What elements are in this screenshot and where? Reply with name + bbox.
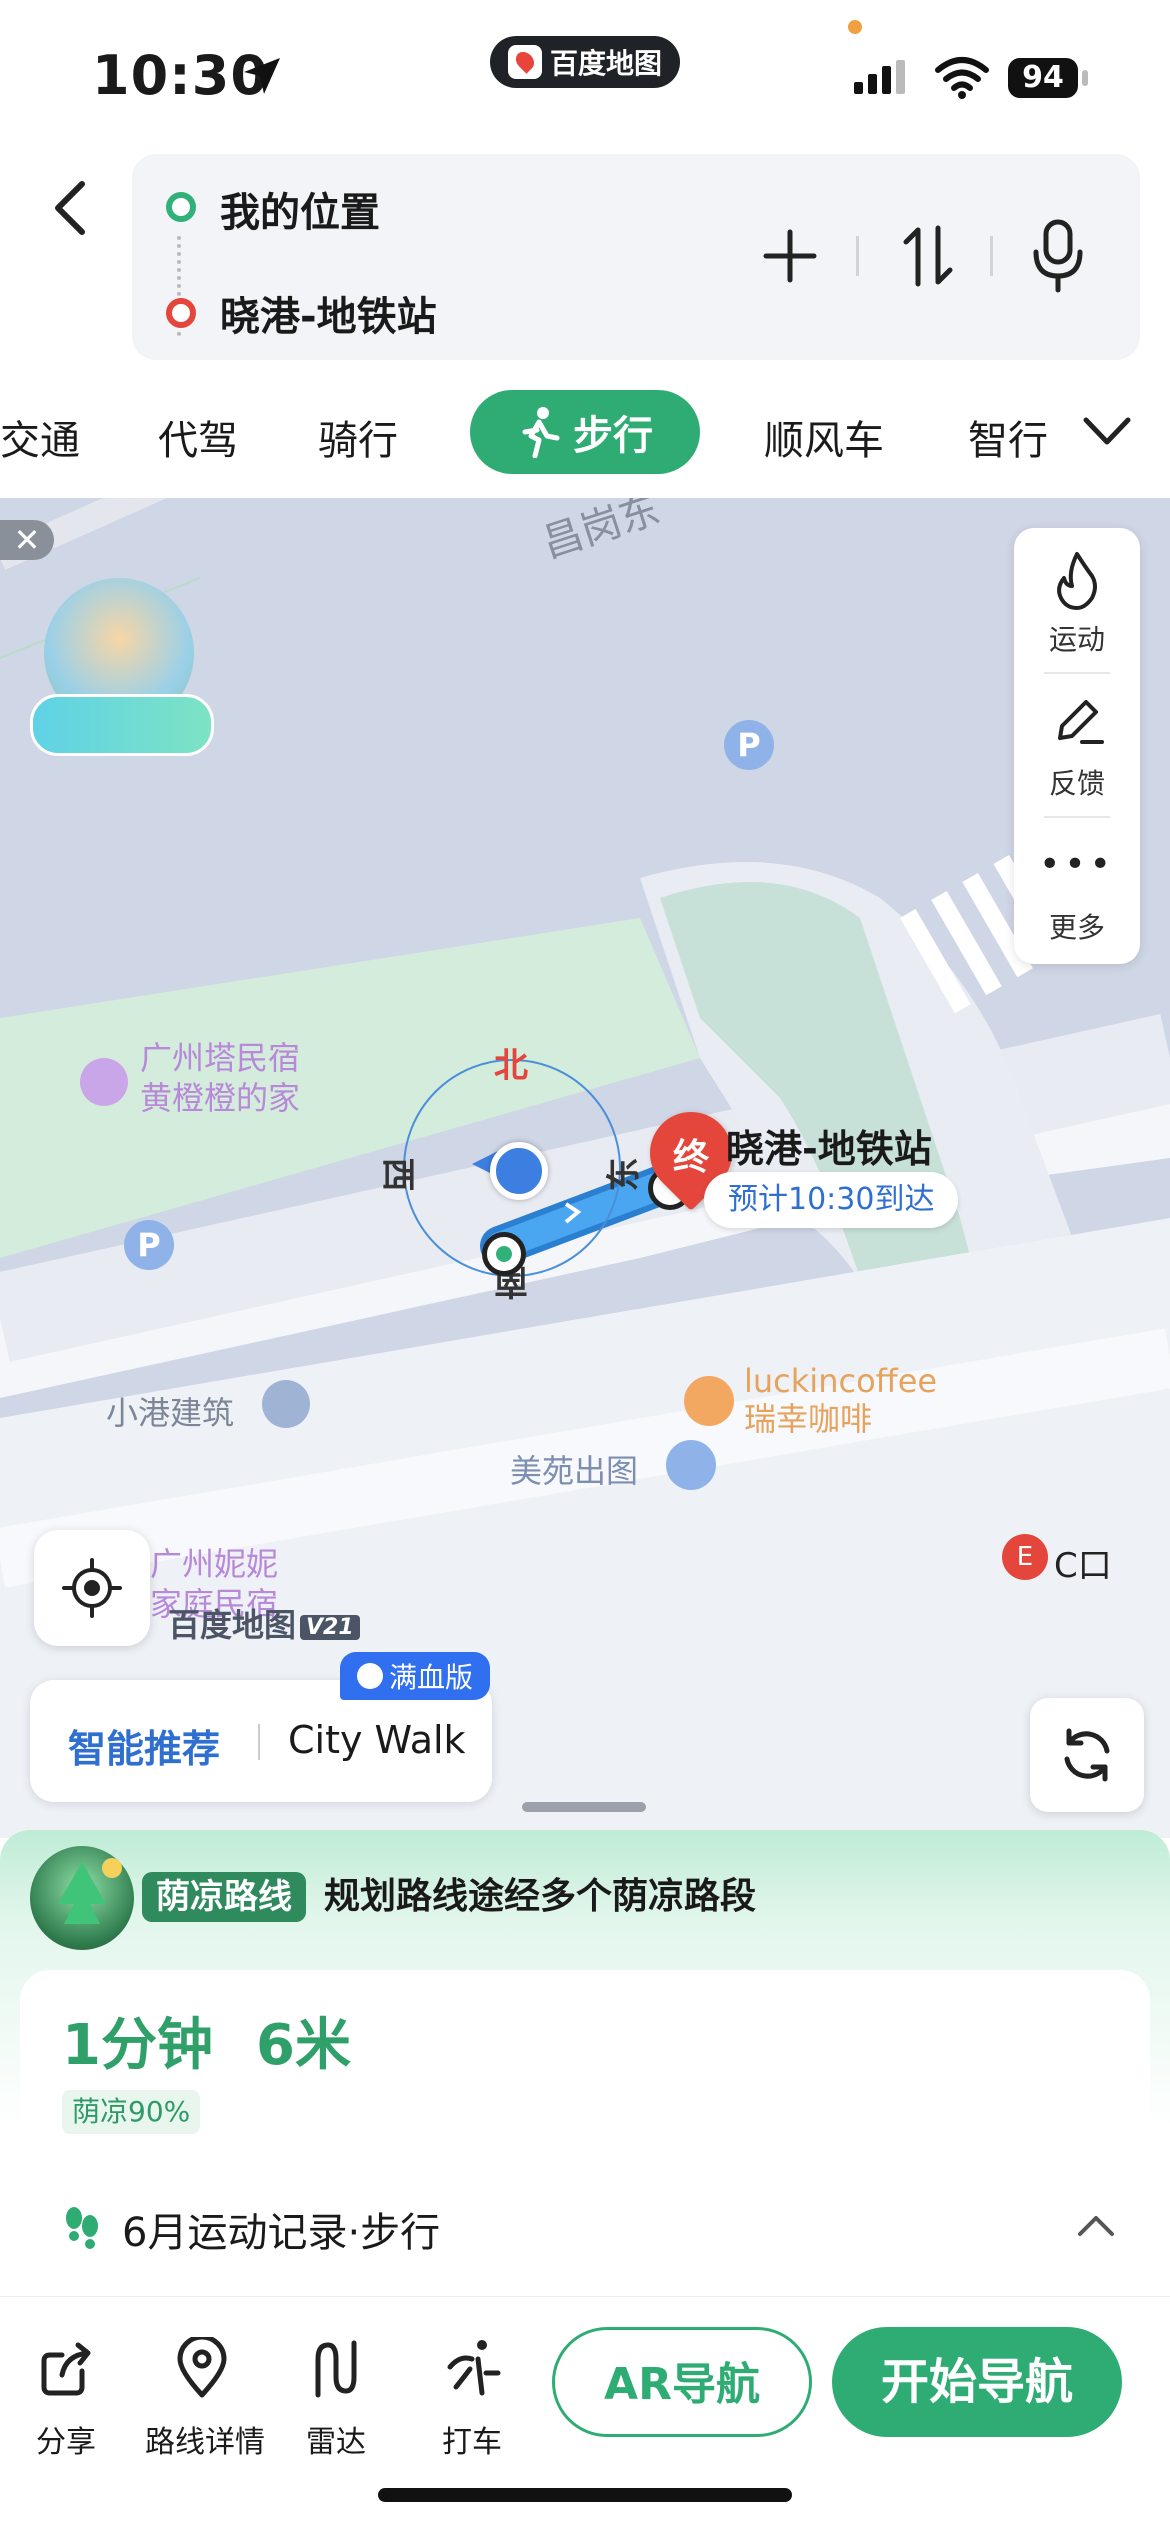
compass-west: 西: [377, 1157, 418, 1192]
app-pill-label: 百度地图: [549, 47, 662, 80]
radar-icon: [315, 2340, 357, 2398]
share-icon: [41, 2342, 91, 2396]
tab-walking-label: 步行: [573, 413, 653, 459]
edit-pencil-icon: [1058, 700, 1104, 744]
battery-tip: [1082, 70, 1088, 86]
tab-walking[interactable]: 步行: [470, 390, 700, 474]
feedback-button[interactable]: 反馈: [1014, 762, 1140, 802]
divider: [990, 236, 993, 276]
taxi-button[interactable]: 打车: [412, 2417, 532, 2461]
hotel-poi-icon[interactable]: [80, 1058, 128, 1106]
more-dots-icon: •••: [1039, 844, 1115, 885]
metro-exit-icon[interactable]: E: [1002, 1534, 1048, 1580]
poi-building-label[interactable]: 小港建筑: [106, 1388, 234, 1434]
destination-map-label[interactable]: 晓港-地铁站: [726, 1118, 932, 1173]
parking-icon[interactable]: P: [724, 720, 774, 770]
locate-button[interactable]: [34, 1530, 150, 1646]
tab-transit[interactable]: 交通: [0, 408, 80, 466]
walking-icon: [522, 407, 560, 458]
route-details-button[interactable]: 路线详情: [130, 2417, 280, 2461]
poi-hotel-label[interactable]: 广州塔民宿 黄橙橙的家: [140, 1038, 300, 1118]
shade-route-description: 规划路线途经多个荫凉路段: [324, 1876, 757, 1917]
cellular-signal-icon: [854, 60, 905, 94]
share-button[interactable]: 分享: [6, 2417, 126, 2461]
destination-dot: [166, 298, 196, 328]
divider: [856, 236, 859, 276]
shade-percentage-badge: 荫凉90%: [62, 2090, 201, 2134]
radar-button[interactable]: 雷达: [276, 2417, 396, 2461]
flame-icon: [1057, 552, 1097, 610]
route-distance: 6米: [256, 2013, 351, 2078]
crosshair-icon: [62, 1558, 122, 1618]
watermark-version: V21: [300, 1614, 360, 1640]
watermark-text: 百度地图: [168, 1606, 297, 1644]
chevron-up-icon[interactable]: [1076, 2212, 1116, 2238]
eta-bubble: 预计10:30到达: [704, 1172, 959, 1228]
start-navigation-button[interactable]: 开始导航: [832, 2327, 1122, 2437]
refresh-icon: [1064, 1728, 1110, 1782]
map-watermark: 百度地图 V21: [168, 1600, 360, 1646]
exit-label[interactable]: C口: [1054, 1538, 1112, 1587]
divider: [1044, 672, 1110, 674]
microphone-icon[interactable]: [1028, 218, 1088, 294]
tree-icon: [30, 1846, 134, 1950]
add-waypoint-icon[interactable]: [762, 228, 818, 284]
route-duration: 1分钟: [62, 2013, 213, 2078]
wifi-icon: [935, 57, 989, 99]
baidu-map-logo-icon: [507, 45, 542, 79]
my-location-dot: [490, 1142, 548, 1200]
poi-coffee-en-label[interactable]: luckincoffee: [744, 1362, 937, 1400]
taxi-icon: [447, 2340, 501, 2396]
divider: [258, 1724, 260, 1760]
shade-route-tag: 荫凉路线: [142, 1872, 306, 1922]
tab-smart-travel[interactable]: 智行: [968, 408, 1048, 466]
location-arrow-icon: [244, 58, 280, 94]
badge-icon: [356, 1663, 383, 1689]
map-side-panel: 运动 反馈 ••• 更多: [1014, 528, 1140, 964]
compass-east: 东: [604, 1157, 645, 1192]
more-button[interactable]: 更多: [1014, 906, 1140, 946]
mascot-widget[interactable]: [30, 578, 214, 764]
origin-field[interactable]: 我的位置: [220, 180, 380, 238]
travel-mode-tabs: 交通 代驾 骑行 步行 顺风车 智行: [0, 378, 1170, 498]
battery-level: 94: [1008, 58, 1078, 98]
poi-coffee-cn-label[interactable]: 瑞幸咖啡: [744, 1400, 872, 1438]
ar-navigation-button[interactable]: AR导航: [552, 2327, 812, 2437]
coffee-poi-icon[interactable]: [684, 1376, 734, 1426]
photo-poi-icon[interactable]: [666, 1440, 716, 1490]
privacy-dot: [848, 20, 862, 34]
full-version-label: 满血版: [388, 1661, 473, 1694]
route-pin-icon: [177, 2337, 227, 2398]
refresh-button[interactable]: [1030, 1698, 1144, 1812]
monthly-record-label[interactable]: 6月运动记录·步行: [122, 2200, 440, 2258]
origin-dot: [166, 192, 196, 222]
home-indicator: [378, 2488, 792, 2502]
sheet-drag-handle[interactable]: [522, 1802, 646, 1812]
app-pill[interactable]: 百度地图: [490, 36, 680, 88]
back-icon[interactable]: [50, 180, 90, 236]
destination-field[interactable]: 晓港-地铁站: [220, 284, 437, 342]
poi-photo-label[interactable]: 美苑出图: [510, 1446, 638, 1492]
destination-pin-text: 终: [672, 1137, 709, 1178]
tab-carpool[interactable]: 顺风车: [764, 408, 884, 466]
building-poi-icon[interactable]: [262, 1380, 310, 1428]
tab-cycling[interactable]: 骑行: [318, 408, 398, 466]
sport-button[interactable]: 运动: [1014, 618, 1140, 658]
swap-icon[interactable]: [900, 224, 956, 288]
tab-designated-driver[interactable]: 代驾: [158, 408, 238, 466]
chevron-down-icon[interactable]: [1082, 414, 1132, 448]
status-bar: 10:30 百度地图 94: [0, 0, 1170, 140]
divider: [1044, 816, 1110, 818]
route-start-marker: [482, 1232, 526, 1276]
footprint-icon: [66, 2207, 98, 2249]
route-input-box: 我的位置 晓港-地铁站: [132, 154, 1140, 360]
citywalk-option[interactable]: City Walk: [288, 1718, 466, 1762]
smart-recommend-option[interactable]: 智能推荐: [68, 1718, 220, 1773]
full-version-badge: 满血版: [340, 1652, 490, 1700]
close-mascot-button[interactable]: ✕: [0, 520, 54, 560]
compass-north: 北: [494, 1046, 528, 1086]
parking-icon[interactable]: P: [124, 1220, 174, 1270]
